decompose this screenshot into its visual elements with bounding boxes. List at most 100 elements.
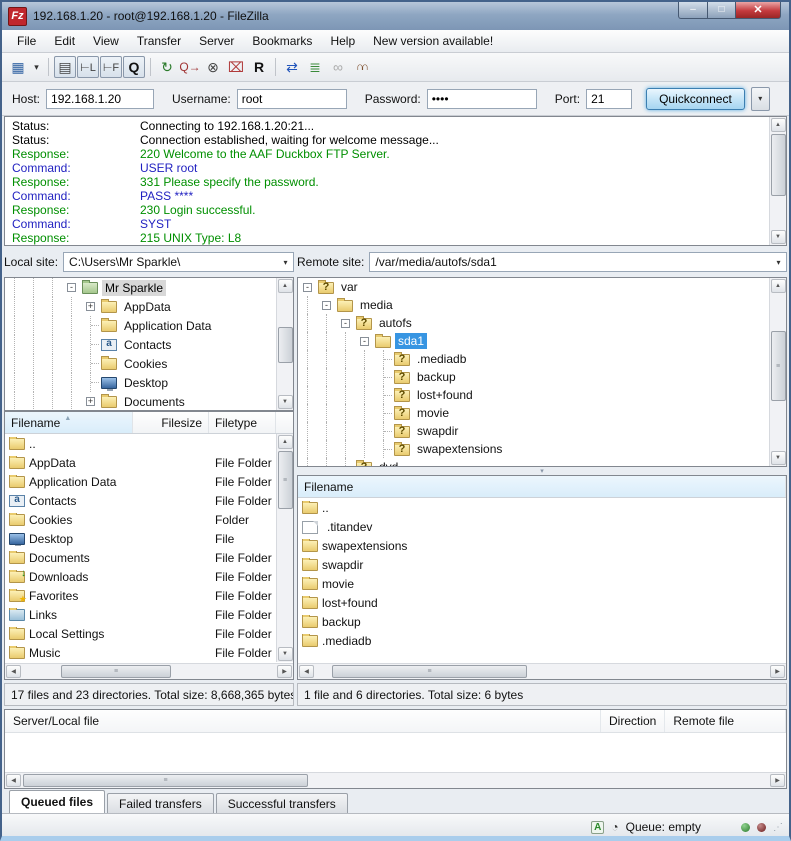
file-row[interactable]: swapdir bbox=[298, 555, 786, 574]
transfer-type-icon[interactable]: A bbox=[591, 821, 604, 834]
tab-queued-files[interactable]: Queued files bbox=[9, 790, 105, 813]
tree-item[interactable]: .mediadb bbox=[298, 350, 786, 368]
queue-hscrollbar[interactable]: ◀ ≡ ▶ bbox=[5, 772, 786, 788]
password-input[interactable] bbox=[427, 89, 537, 109]
column-header-filename[interactable]: Filename▲ bbox=[5, 412, 133, 433]
file-row[interactable]: movie bbox=[298, 574, 786, 593]
chevron-down-icon[interactable]: ▾ bbox=[278, 253, 293, 271]
expand-toggle[interactable]: + bbox=[81, 302, 100, 311]
tab-successful-transfers[interactable]: Successful transfers bbox=[216, 793, 348, 813]
scrollbar-thumb[interactable]: ≡ bbox=[23, 774, 308, 787]
menu-help[interactable]: Help bbox=[321, 32, 364, 50]
scrollbar-thumb[interactable] bbox=[278, 327, 293, 363]
title-bar[interactable]: Fz 192.168.1.20 - root@192.168.1.20 - Fi… bbox=[2, 2, 789, 30]
scroll-right-icon[interactable]: ▶ bbox=[277, 665, 292, 678]
tree-item[interactable]: -media bbox=[298, 296, 786, 314]
quickconnect-dropdown-icon[interactable]: ▾ bbox=[751, 87, 770, 111]
collapse-toggle[interactable]: - bbox=[298, 283, 317, 292]
column-header-remote-file[interactable]: Remote file bbox=[665, 710, 786, 732]
remote-list-hscrollbar[interactable]: ◀ ≡ ▶ bbox=[298, 663, 786, 679]
queue-body[interactable] bbox=[5, 733, 786, 772]
scroll-down-icon[interactable]: ▼ bbox=[771, 451, 786, 465]
resize-grip-icon[interactable]: ⋰ bbox=[773, 822, 783, 833]
file-row[interactable]: AppDataFile Folder bbox=[5, 453, 293, 472]
column-header-filesize[interactable]: Filesize bbox=[133, 412, 209, 433]
tree-item[interactable]: Contacts bbox=[5, 335, 293, 354]
file-row[interactable]: .mediadb bbox=[298, 631, 786, 650]
file-row[interactable]: Application DataFile Folder bbox=[5, 472, 293, 491]
scroll-right-icon[interactable]: ▶ bbox=[770, 774, 785, 787]
column-header-filetype[interactable]: Filetype bbox=[209, 412, 276, 433]
tree-item[interactable]: lost+found bbox=[298, 386, 786, 404]
file-row[interactable]: CookiesFolder bbox=[5, 510, 293, 529]
scroll-up-icon[interactable]: ▲ bbox=[771, 118, 786, 132]
directory-comparison-icon[interactable]: ∞ bbox=[327, 56, 349, 78]
file-row[interactable]: .titandev bbox=[298, 517, 786, 536]
username-input[interactable] bbox=[237, 89, 347, 109]
tree-item[interactable]: swapdir bbox=[298, 422, 786, 440]
tree-item[interactable]: backup bbox=[298, 368, 786, 386]
tree-item[interactable]: swapextensions bbox=[298, 440, 786, 458]
column-header-filename[interactable]: Filename bbox=[298, 476, 786, 497]
file-row[interactable]: MusicFile Folder bbox=[5, 643, 293, 662]
file-row[interactable]: LinksFile Folder bbox=[5, 605, 293, 624]
menu-file[interactable]: File bbox=[8, 32, 45, 50]
file-row[interactable]: DocumentsFile Folder bbox=[5, 548, 293, 567]
refresh-icon[interactable]: ↻ bbox=[156, 56, 178, 78]
scrollbar-thumb[interactable]: ≡ bbox=[771, 331, 786, 401]
scroll-up-icon[interactable]: ▲ bbox=[771, 279, 786, 293]
close-button[interactable]: ✕ bbox=[735, 2, 781, 19]
maximize-button[interactable]: □ bbox=[708, 2, 735, 19]
scrollbar-thumb[interactable]: ≡ bbox=[332, 665, 527, 678]
scrollbar-thumb[interactable]: ≡ bbox=[61, 665, 171, 678]
file-row[interactable]: swapextensions bbox=[298, 536, 786, 555]
file-row[interactable]: Local SettingsFile Folder bbox=[5, 624, 293, 643]
column-header-server-local-file[interactable]: Server/Local file bbox=[5, 710, 601, 732]
menu-new-version[interactable]: New version available! bbox=[364, 32, 502, 50]
tab-failed-transfers[interactable]: Failed transfers bbox=[107, 793, 214, 813]
scroll-up-icon[interactable]: ▲ bbox=[278, 279, 293, 293]
tree-item[interactable]: +Documents bbox=[5, 392, 293, 411]
scroll-left-icon[interactable]: ◀ bbox=[299, 665, 314, 678]
compare-directories-icon[interactable]: ⇄ bbox=[281, 56, 303, 78]
tree-item[interactable]: Application Data bbox=[5, 316, 293, 335]
column-header-direction[interactable]: Direction bbox=[601, 710, 665, 732]
scrollbar-thumb[interactable]: ≡ bbox=[278, 451, 293, 509]
tree-item[interactable]: +AppData bbox=[5, 297, 293, 316]
local-list-hscrollbar[interactable]: ◀ ≡ ▶ bbox=[5, 663, 293, 679]
splitter-collapse-icon[interactable]: ▾ bbox=[540, 467, 544, 475]
disconnect-icon[interactable]: ⌧ bbox=[225, 56, 247, 78]
remote-treeview-toggle-icon[interactable]: ⊢F bbox=[100, 56, 122, 78]
file-row[interactable]: .. bbox=[298, 498, 786, 517]
local-treeview-toggle-icon[interactable]: ⊢L bbox=[77, 56, 99, 78]
file-row[interactable]: DesktopFile bbox=[5, 529, 293, 548]
scroll-left-icon[interactable]: ◀ bbox=[6, 665, 21, 678]
speed-limits-icon[interactable]: ◔ bbox=[611, 820, 618, 834]
scroll-down-icon[interactable]: ▼ bbox=[771, 230, 786, 244]
collapse-toggle[interactable]: - bbox=[355, 337, 374, 346]
remote-site-combo[interactable]: /var/media/autofs/sda1 ▾ bbox=[369, 252, 787, 272]
scroll-down-icon[interactable]: ▼ bbox=[278, 647, 293, 661]
menu-transfer[interactable]: Transfer bbox=[128, 32, 190, 50]
local-tree-scrollbar[interactable]: ▲ ▼ bbox=[276, 278, 293, 410]
file-row[interactable]: .. bbox=[5, 434, 293, 453]
menu-bookmarks[interactable]: Bookmarks bbox=[243, 32, 321, 50]
tree-item[interactable]: Cookies bbox=[5, 354, 293, 373]
file-row[interactable]: FavoritesFile Folder bbox=[5, 586, 293, 605]
chevron-down-icon[interactable]: ▾ bbox=[771, 253, 786, 271]
tree-item[interactable]: -Mr Sparkle bbox=[5, 278, 293, 297]
scroll-down-icon[interactable]: ▼ bbox=[278, 395, 293, 409]
find-files-icon[interactable]: ∩∩ bbox=[350, 56, 372, 78]
host-input[interactable] bbox=[46, 89, 154, 109]
message-log-toggle-icon[interactable]: ▤ bbox=[54, 56, 76, 78]
tree-item[interactable]: -var bbox=[298, 278, 786, 296]
synchronized-browsing-icon[interactable]: ≣ bbox=[304, 56, 326, 78]
menu-server[interactable]: Server bbox=[190, 32, 243, 50]
file-row[interactable]: ContactsFile Folder bbox=[5, 491, 293, 510]
expand-toggle[interactable]: + bbox=[81, 397, 100, 406]
file-row[interactable]: DownloadsFile Folder bbox=[5, 567, 293, 586]
quickconnect-button[interactable]: Quickconnect bbox=[646, 88, 745, 110]
cancel-icon[interactable]: ⊗ bbox=[202, 56, 224, 78]
process-queue-icon[interactable]: Q→ bbox=[179, 56, 201, 78]
collapse-toggle[interactable]: - bbox=[336, 319, 355, 328]
